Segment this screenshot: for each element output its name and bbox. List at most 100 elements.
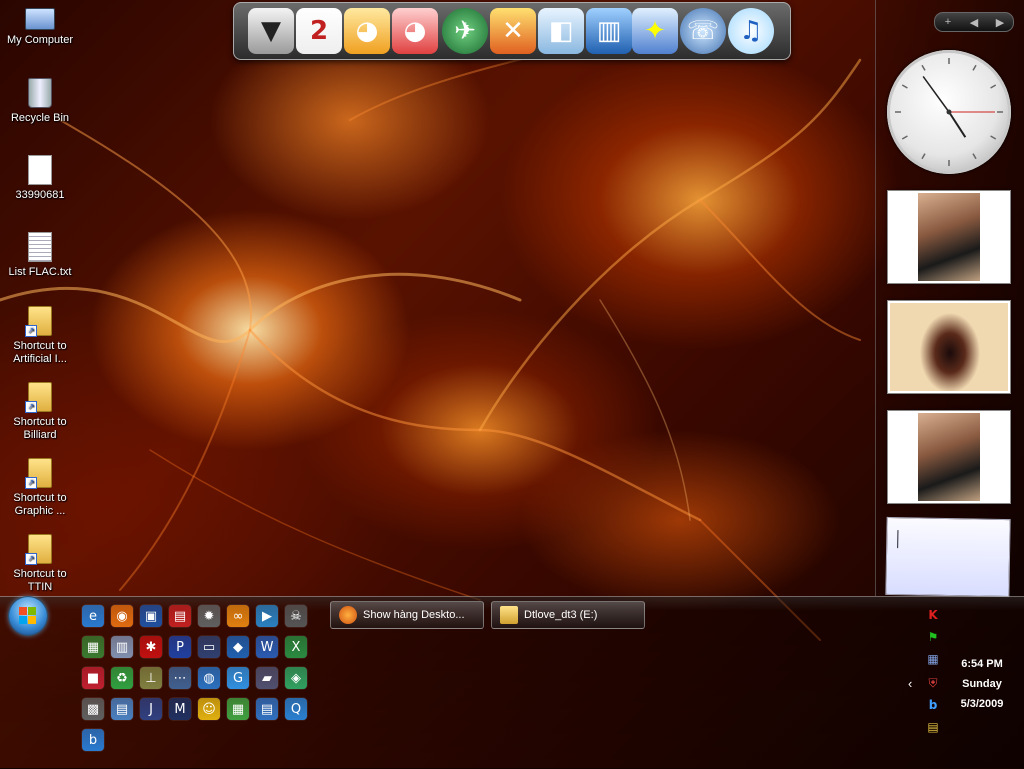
slideshow-gadget-3[interactable] [887,410,1011,504]
desktop-icon-recycle-bin[interactable]: Recycle Bin [2,78,78,125]
cube-icon[interactable]: ◧ [538,8,584,54]
star-app-icon[interactable]: ✱ [140,636,162,658]
text-cursor [897,530,899,549]
books-icon[interactable]: ▥ [586,8,632,54]
jump-game-icon[interactable]: ✈ [442,8,488,54]
xmind-icon[interactable]: ✕ [490,8,536,54]
folder-icon [500,606,518,624]
phone-icon[interactable]: ☏ [680,8,726,54]
calculator-icon[interactable]: ▥ [111,636,133,658]
clock-pin [946,109,952,115]
slideshow-gadget-2[interactable] [887,300,1011,394]
flag-app-icon[interactable]: ▤ [924,718,942,736]
clock-tick [972,64,977,71]
slideshow-gadget-1[interactable] [887,190,1011,284]
skull-icon[interactable]: ☠ [285,605,307,627]
motorola-icon[interactable]: M [169,698,191,720]
add-gadget-button[interactable]: + [935,16,961,28]
firefox-icon[interactable]: ◉ [111,605,133,627]
smiley-icon[interactable]: ☺ [198,698,220,720]
clock-tick [901,135,908,140]
text-file-icon [28,232,52,262]
clock-gadget[interactable] [887,50,1011,174]
globe-icon[interactable]: ◍ [198,667,220,689]
word-icon[interactable]: W [256,636,278,658]
network-icon[interactable]: ⋯ [169,667,191,689]
toolbox-icon[interactable]: ▤ [169,605,191,627]
document-app-icon[interactable]: ▤ [256,698,278,720]
folder-shortcut-icon: ↗ [25,306,52,337]
clock-day[interactable]: Sunday [952,678,1012,690]
app-window-icon[interactable]: ▣ [140,605,162,627]
camera-icon[interactable]: ▰ [256,667,278,689]
notes-gadget[interactable] [885,516,1011,598]
kaspersky-icon[interactable]: K [924,606,942,624]
folder-shortcut-icon: ↗ [25,382,52,413]
chicken-invaders-icon[interactable]: ◕ [344,8,390,54]
g-app-icon[interactable]: G [227,667,249,689]
app-dock: ▼ 2 ◕ ◕ ✈ ✕ ◧ ▥ ✦ ☏ ♫ [233,2,791,60]
b-tray-icon[interactable]: b [924,696,942,714]
red-square-icon[interactable]: ■ [82,667,104,689]
show-hidden-icons-button[interactable]: ‹ [908,676,912,691]
desktop-icon-shortcut-graphic[interactable]: ↗ Shortcut to Graphic ... [2,458,78,518]
excel-icon[interactable]: X [285,636,307,658]
clock-hour-hand [948,111,967,138]
usb-icon[interactable]: ⊥ [140,667,162,689]
recycle-bin-icon [28,78,52,108]
desktop-icon-my-computer[interactable]: My Computer [2,4,78,47]
folder-shortcut-icon: ↗ [25,458,52,489]
task-button-explorer[interactable]: Dtlove_dt3 (E:) [491,601,645,629]
internet-explorer-icon[interactable]: e [82,605,104,627]
pe-tool-icon[interactable]: P [169,636,191,658]
gear-app-icon[interactable]: ✹ [198,605,220,627]
b-app-icon[interactable]: b [82,729,104,751]
desktop-icon-shortcut-billiard[interactable]: ↗ Shortcut to Billiard [2,382,78,442]
printer-icon[interactable]: ▤ [111,698,133,720]
task-button-label: Dtlove_dt3 (E:) [524,609,598,621]
shield-icon[interactable]: ⛨ [924,674,942,692]
j-app-icon[interactable]: J [140,698,162,720]
photo-app-icon[interactable]: ▦ [82,636,104,658]
network-icon[interactable]: ▦ [924,650,942,668]
shortcut-arrow-icon: ↗ [25,325,37,337]
clock-tick [921,64,926,71]
clock-time[interactable]: 6:54 PM [952,658,1012,670]
task-button-firefox[interactable]: Show hàng Deskto... [330,601,484,629]
green-flag-icon[interactable]: ⚑ [924,628,942,646]
chicken-invaders-xmas-icon[interactable]: ◕ [392,8,438,54]
media-player-icon[interactable]: ▶ [256,605,278,627]
qr-icon[interactable]: ▩ [82,698,104,720]
recycle-icon[interactable]: ♻ [111,667,133,689]
q-app-icon[interactable]: Q [285,698,307,720]
prev-gadget-button[interactable]: ◀ [961,16,987,29]
keyboard-icon[interactable]: ▦ [227,698,249,720]
sidebar-controls: + ◀ ▶ [934,12,1014,32]
itunes-icon[interactable]: ♫ [728,8,774,54]
desktop-icon-label: My Computer [6,34,74,46]
clock-minute-hand [922,75,950,113]
desktop-icon-label: 33990681 [15,189,65,201]
clock-face [895,58,1003,166]
desktop-icon-label: Recycle Bin [10,112,70,124]
shortcut-arrow-icon: ↗ [25,553,37,565]
desktop-icon-shortcut-ttin[interactable]: ↗ Shortcut to TTIN [2,534,78,592]
clock-tick [990,84,997,89]
start-button[interactable] [9,597,47,635]
next-gadget-button[interactable]: ▶ [987,16,1013,29]
desktop-icon-shortcut-artificial[interactable]: ↗ Shortcut to Artificial I... [2,306,78,366]
blue-app-icon[interactable]: ◆ [227,636,249,658]
desktop-icon-list-flac[interactable]: List FLAC.txt [2,232,78,279]
desktop-icon-file[interactable]: 33990681 [2,155,78,202]
slideshow-photo [918,413,980,501]
chain-icon[interactable]: ∞ [227,605,249,627]
green-app-icon[interactable]: ◈ [285,667,307,689]
monitor-icon[interactable]: ▭ [198,636,220,658]
clock-date[interactable]: 5/3/2009 [952,698,1012,710]
slideshow-photo [918,193,980,281]
fox-mask-icon[interactable]: ▼ [248,8,294,54]
desktop-icon-label: Shortcut to Artificial I... [13,340,67,365]
chicken-2-icon[interactable]: 2 [296,8,342,54]
folder-shortcut-icon: ↗ [25,534,52,565]
magic-wand-icon[interactable]: ✦ [632,8,678,54]
